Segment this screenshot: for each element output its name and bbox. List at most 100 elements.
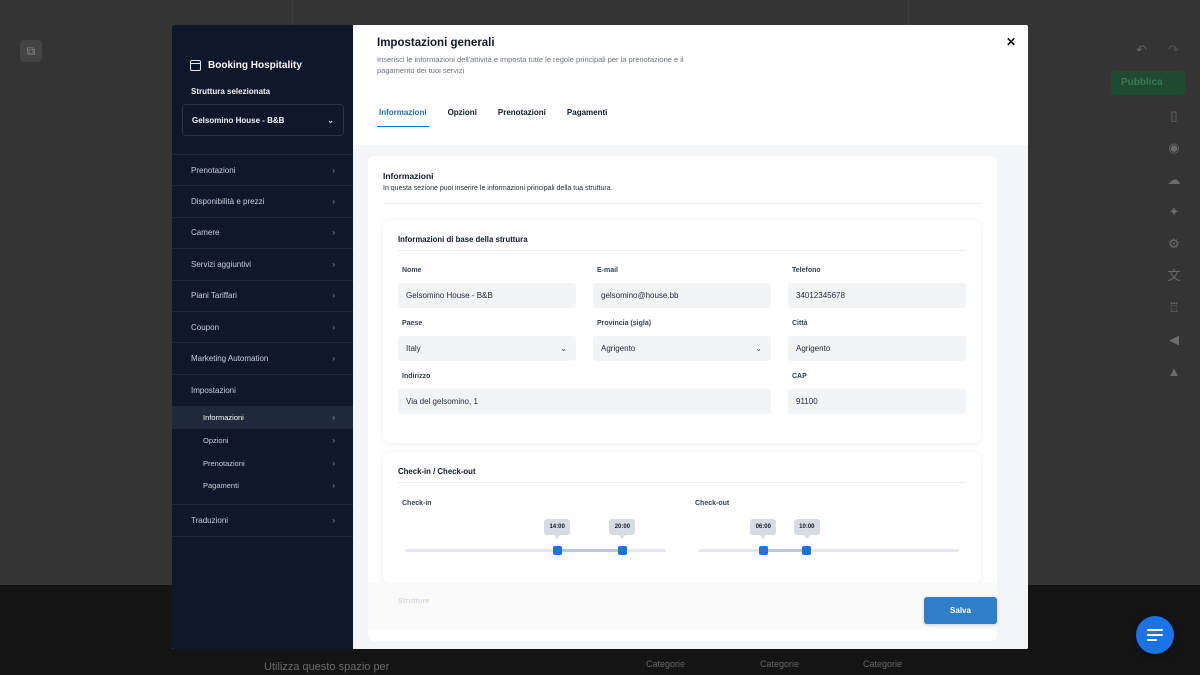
checkout-from-handle[interactable] — [758, 546, 768, 555]
sidebar-item-marketing[interactable]: Marketing Automation › — [172, 343, 353, 375]
chat-icon-line — [1147, 629, 1163, 631]
checkout-slider[interactable]: 06:00 10:00 — [698, 519, 959, 555]
sidebar-item-impostazioni[interactable]: Impostazioni — [172, 375, 353, 406]
field-label: CAP — [792, 373, 807, 380]
sidebar-subitem-prenotazioni[interactable]: Prenotazioni › — [172, 452, 353, 475]
field-label: E-mail — [597, 267, 619, 274]
close-icon[interactable]: ✕ — [1004, 35, 1018, 49]
publish-button[interactable]: Pubblica — [1111, 71, 1186, 95]
sidebar-subitem-opzioni[interactable]: Opzioni › — [172, 429, 353, 452]
checkin-to-tooltip: 20:00 — [609, 519, 636, 539]
mobile-icon[interactable]: ▯ — [1162, 100, 1186, 132]
telefono-field[interactable]: 34012345678 — [788, 283, 966, 308]
chevron-down-icon: ⌄ — [560, 344, 567, 353]
provincia-select[interactable]: Agrigento ⌄ — [593, 336, 771, 361]
select-value: Italy — [406, 344, 421, 353]
sidebar-item-servizi[interactable]: Servizi aggiuntivi › — [172, 249, 353, 281]
chevron-right-icon: › — [332, 516, 335, 525]
page-subtitle: Inserisci le informazioni dell'attività … — [377, 55, 684, 75]
checkin-from-handle[interactable] — [552, 546, 562, 555]
tab-opzioni[interactable]: Opzioni — [448, 105, 477, 127]
sidebar-item-prenotazioni[interactable]: Prenotazioni › — [172, 155, 353, 187]
sidebar-nav: Prenotazioni › Disponibilità e prezzi › Ca… — [172, 154, 353, 537]
redo-icon[interactable]: ↷ — [1168, 42, 1179, 58]
brand: Booking Hospitality — [172, 25, 353, 83]
lightbulb-icon[interactable]: ✦ — [1162, 196, 1186, 228]
background-right-toolbar: ▯ ◉ ☁ ✦ ⚙ 文 ♖ ◀ ▲ — [1162, 100, 1186, 388]
background-footer-text: Utilizza questo spazio per — [264, 661, 390, 673]
chevron-right-icon: › — [332, 322, 335, 332]
paese-select[interactable]: Italy ⌄ — [398, 336, 576, 361]
faded-next-section: Strutture — [368, 583, 997, 630]
chevron-right-icon: › — [332, 481, 335, 491]
checkout-label: Check-out — [695, 500, 730, 507]
checkout-to-tooltip: 10:00 — [793, 519, 820, 539]
chat-icon-line — [1147, 639, 1157, 641]
cap-field[interactable]: 91100 — [788, 389, 966, 414]
divider — [398, 482, 966, 483]
nome-field[interactable]: Gelsomino House - B&B — [398, 283, 576, 308]
divider — [383, 203, 982, 204]
checkin-checkout-card: Check-in / Check-out Check-in 14:00 20:0… — [383, 452, 981, 584]
provincia-field-group: Provincia (sigla) Agrigento ⌄ — [593, 320, 771, 361]
field-label: Indirizzo — [402, 373, 431, 380]
field-label: Paese — [402, 320, 423, 327]
brand-name: Booking Hospitality — [208, 60, 302, 71]
sidebar-subitem-informazioni[interactable]: Informazioni › — [172, 406, 353, 429]
chevron-right-icon: › — [332, 165, 335, 175]
sidebar-item-disponibilita[interactable]: Disponibilità e prezzi › — [172, 186, 353, 218]
section-title: Informazioni — [383, 171, 434, 181]
divider — [398, 250, 966, 251]
background-category: Categorie — [863, 659, 903, 669]
basic-info-card: Informazioni di base della struttura Nom… — [383, 220, 981, 443]
sidebar-item-coupon[interactable]: Coupon › — [172, 312, 353, 344]
chevron-down-icon: ⌄ — [755, 344, 762, 353]
chat-button[interactable] — [1136, 616, 1174, 654]
slider-range — [557, 549, 623, 552]
chevron-right-icon: › — [332, 197, 335, 207]
trophy-icon[interactable]: ♖ — [1162, 292, 1186, 324]
sidebar-item-piani-tariffari[interactable]: Piani Tariffari › — [172, 281, 353, 312]
email-field[interactable]: gelsomino@house.bb — [593, 283, 771, 308]
structure-select[interactable]: Gelsomino House - B&B ⌄ — [182, 104, 344, 136]
chevron-right-icon: › — [332, 354, 335, 364]
gear-icon[interactable]: ⚙ — [1162, 228, 1186, 260]
telefono-field-group: Telefono 34012345678 — [788, 267, 966, 308]
undo-icon[interactable]: ↶ — [1136, 42, 1147, 58]
translate-icon[interactable]: 文 — [1162, 260, 1186, 292]
chevron-right-icon: › — [332, 259, 335, 269]
copy-icon[interactable]: ⧉ — [20, 40, 42, 62]
indirizzo-field[interactable]: Via del gelsomino, 1 — [398, 389, 771, 414]
save-button[interactable]: Salva — [924, 597, 997, 624]
checkout-to-handle[interactable] — [802, 546, 812, 555]
field-label: Telefono — [792, 267, 821, 274]
chevron-right-icon: › — [332, 291, 335, 301]
checkin-slider[interactable]: 14:00 20:00 — [405, 519, 666, 555]
structure-select-value: Gelsomino House - B&B — [192, 115, 285, 125]
chat-icon-line — [1147, 634, 1163, 636]
checkin-to-handle[interactable] — [617, 546, 627, 555]
eye-icon[interactable]: ◉ — [1162, 132, 1186, 164]
cloud-icon[interactable]: ☁ — [1162, 164, 1186, 196]
checkin-label: Check-in — [402, 500, 432, 507]
field-label: Provincia (sigla) — [597, 320, 652, 327]
chevron-down-icon: ⌄ — [327, 115, 334, 125]
tab-prenotazioni[interactable]: Prenotazioni — [498, 105, 546, 127]
cap-field-group: CAP 91100 — [788, 373, 966, 414]
sidebar-item-camere[interactable]: Camere › — [172, 218, 353, 250]
chevron-right-icon: › — [332, 228, 335, 238]
sidebar-subgroup: Informazioni › Opzioni › Prenotazioni › Pag… — [172, 406, 353, 506]
background-category: Categorie — [646, 659, 686, 669]
megaphone-icon[interactable]: ◀ — [1162, 324, 1186, 356]
chevron-right-icon: › — [332, 413, 335, 423]
strutture-section-title: Strutture — [398, 596, 430, 605]
sidebar-item-traduzioni[interactable]: Traduzioni › — [172, 505, 353, 537]
checkin-from-tooltip: 14:00 — [544, 519, 571, 539]
tab-pagamenti[interactable]: Pagamenti — [567, 105, 607, 127]
modal-header: Impostazioni generali Inserisci le infor… — [353, 25, 1028, 97]
sidebar-subitem-pagamenti[interactable]: Pagamenti › — [172, 475, 353, 498]
graduation-cap-icon[interactable]: ▲ — [1162, 356, 1186, 388]
tab-informazioni[interactable]: Informazioni — [377, 105, 429, 127]
citta-field[interactable]: Agrigento — [788, 336, 966, 361]
citta-field-group: Città Agrigento — [788, 320, 966, 361]
